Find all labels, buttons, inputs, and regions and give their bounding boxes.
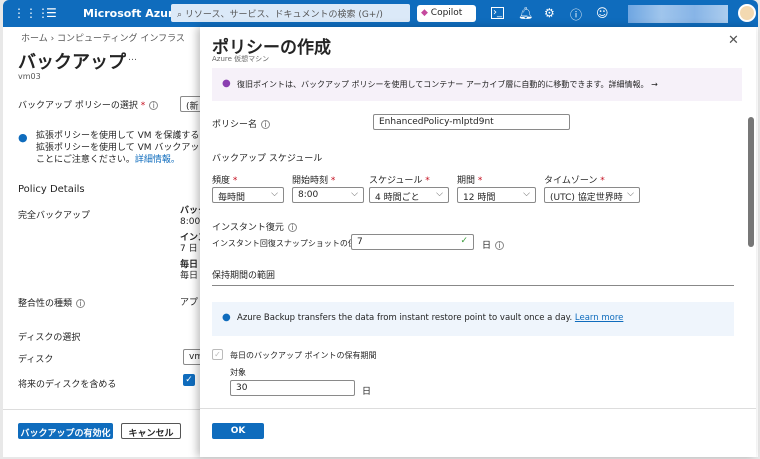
duration-select[interactable]: 12 時間 ⌵ (457, 187, 536, 203)
ok-button[interactable]: OK (212, 423, 264, 439)
banner-text[interactable]: 復旧ポイントは、バックアップ ポリシーを使用してコンテナー アーカイブ層に自動的… (237, 79, 658, 90)
brand-logo[interactable]: Microsoft Azure (83, 7, 181, 20)
page-title: バックアップ (18, 52, 126, 73)
feedback-icon[interactable]: ☺ (596, 6, 609, 20)
app-launcher-icon[interactable]: ⋮⋮⋮ (13, 6, 49, 20)
retention-heading: 保持期間の範囲 (212, 271, 276, 281)
info-icon: ● (222, 312, 231, 323)
chevron-down-icon: ⌵ (627, 189, 634, 199)
policy-name-input[interactable]: EnhancedPolicy-mlptd9nt (373, 114, 570, 130)
instant-restore-heading: インスタント復元 i (212, 220, 297, 233)
daily-retention-checkbox[interactable]: ✓ (212, 349, 223, 360)
info-icon: i (76, 299, 86, 308)
full-backup-label: 完全バックアップ (18, 211, 91, 221)
avatar[interactable] (738, 4, 756, 22)
cloud-shell-icon[interactable]: ›_ (491, 7, 504, 19)
enable-backup-button[interactable]: バックアップの有効化 (18, 423, 113, 439)
search-input[interactable]: ⌕ リソース、サービス、ドキュメントの検索 (G+/) (171, 4, 410, 22)
frequency-select[interactable]: 毎時間 ⌵ (212, 187, 284, 203)
snapshot-unit: 日i (482, 238, 505, 251)
footer-divider (200, 408, 756, 409)
target-unit: 日 (362, 387, 372, 397)
start-time-label: 開始時刻 * (292, 176, 336, 186)
daily-retention-label: 毎日のバックアップ ポイントの保有期間 (230, 351, 377, 360)
disk-section-heading: ディスクの選択 (18, 333, 81, 343)
schedule-select[interactable]: 4 時間ごと ⌵ (369, 187, 449, 203)
target-label: 対象 (230, 368, 246, 377)
info-icon: i (261, 120, 271, 129)
panel-subtitle: Azure 仮想マシン (212, 55, 270, 63)
schedule-heading: バックアップ スケジュール (212, 154, 323, 164)
consistency-label: 整合性の種類 i (18, 296, 86, 309)
disk-label: ディスク (18, 355, 54, 365)
copilot-icon: ◆ (421, 8, 428, 18)
account-info[interactable] (628, 5, 728, 23)
bell-icon[interactable]: 🔔︎ (518, 6, 533, 20)
help-icon[interactable]: ⓘ (570, 6, 582, 23)
cancel-button[interactable]: キャンセル (121, 423, 181, 439)
chevron-down-icon: ⌵ (436, 189, 443, 199)
info-icon: ● (18, 131, 28, 144)
info-text: Azure Backup transfers the data from ins… (237, 313, 624, 323)
chevron-down-icon: ⌵ (271, 189, 278, 199)
copilot-label: Copilot (430, 8, 463, 18)
info-box: ● Azure Backup transfers the data from i… (212, 302, 734, 336)
learn-more-link[interactable]: Learn more (575, 313, 623, 323)
rocket-icon: ● (222, 78, 231, 89)
timezone-select[interactable]: (UTC) 協定世界時 ⌵ (544, 187, 640, 203)
menu-icon[interactable]: ☰ (46, 6, 57, 20)
page-subtitle: vm03 (18, 72, 41, 81)
schedule-label: スケジュール * (369, 176, 430, 186)
search-placeholder: リソース、サービス、ドキュメントの検索 (G+/) (184, 10, 383, 20)
policy-label: バックアップ ポリシーの選択 * i (18, 98, 159, 111)
check-icon: ✓ (460, 236, 468, 246)
create-policy-panel: ポリシーの作成 Azure 仮想マシン ✕ ● 復旧ポイントは、バックアップ ポ… (200, 27, 756, 457)
policy-details-heading: Policy Details (18, 184, 85, 195)
copilot-button[interactable]: ◆ Copilot (417, 5, 476, 22)
breadcrumb[interactable]: ホーム › コンピューティング インフラス (21, 31, 185, 44)
retention-divider (212, 285, 734, 286)
gear-icon[interactable]: ⚙ (544, 6, 555, 20)
chevron-down-icon: ⌵ (523, 189, 530, 199)
scrollbar[interactable] (748, 109, 754, 405)
archive-banner: ● 復旧ポイントは、バックアップ ポリシーを使用してコンテナー アーカイブ層に自… (212, 68, 742, 101)
info-icon: i (149, 101, 159, 110)
start-time-select[interactable]: 8:00 ⌵ (292, 187, 364, 203)
search-icon: ⌕ (177, 10, 185, 20)
future-disks-checkbox[interactable]: ✓ (183, 374, 195, 386)
snapshot-retention-input[interactable]: 7 ✓ (351, 234, 474, 250)
target-days-input[interactable]: 30 (230, 380, 355, 396)
more-button[interactable]: … (128, 53, 137, 63)
info-icon: i (287, 223, 297, 232)
info-icon: i (495, 241, 505, 250)
policy-name-label: ポリシー名 i (212, 117, 271, 130)
close-icon[interactable]: ✕ (728, 33, 739, 48)
scrollbar-thumb[interactable] (748, 117, 754, 247)
frequency-label: 頻度 * (212, 176, 238, 186)
chevron-down-icon: ⌵ (351, 189, 358, 199)
duration-label: 期間 * (457, 176, 483, 186)
timezone-label: タイムゾーン * (544, 176, 605, 186)
future-disks-label: 将来のディスクを含める (18, 380, 117, 390)
top-bar: ⋮⋮⋮ ☰ Microsoft Azure ⌕ リソース、サービス、ドキュメント… (3, 0, 758, 27)
footer-divider (3, 409, 203, 410)
learn-more-link[interactable]: 詳細情報。 (135, 155, 180, 165)
